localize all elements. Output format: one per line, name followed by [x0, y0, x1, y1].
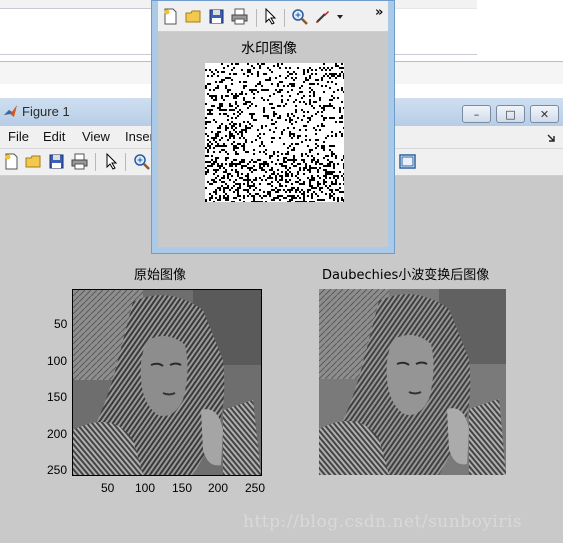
- x-tick-label: 100: [135, 481, 156, 495]
- window-title: Figure 1: [22, 104, 70, 119]
- watermark-image-axes[interactable]: [205, 63, 345, 203]
- original-image-axes[interactable]: [72, 289, 262, 476]
- menu-edit[interactable]: Edit: [43, 129, 65, 144]
- watermark-figure-body: » 水印图像: [158, 1, 388, 247]
- minimize-icon: –: [473, 107, 480, 121]
- close-button[interactable]: ✕: [530, 105, 559, 123]
- bg-divider: [0, 54, 152, 55]
- print-icon[interactable]: [71, 153, 88, 170]
- new-figure-icon[interactable]: [162, 8, 179, 25]
- original-plot-title: 原始图像: [134, 268, 187, 283]
- matlab-logo-icon: [4, 105, 17, 117]
- close-icon: ✕: [539, 107, 550, 121]
- open-file-icon[interactable]: [25, 153, 42, 170]
- transformed-image: [319, 289, 506, 475]
- maximize-button[interactable]: □: [496, 105, 525, 123]
- save-icon[interactable]: [208, 8, 225, 25]
- x-tick-label: 250: [245, 481, 266, 495]
- save-icon[interactable]: [48, 153, 65, 170]
- bg-divider: [0, 8, 152, 9]
- transformed-image-axes[interactable]: [319, 289, 506, 475]
- bg-tabstrip: [395, 0, 477, 8]
- watermark-toolbar: »: [158, 1, 388, 32]
- menu-view[interactable]: View: [82, 129, 110, 144]
- open-file-icon[interactable]: [185, 8, 202, 25]
- y-tick-label: 100: [47, 354, 68, 368]
- chevron-down-icon[interactable]: [337, 15, 343, 19]
- y-tick-label: 250: [47, 463, 68, 477]
- data-brush-icon[interactable]: [314, 8, 331, 25]
- toolbar-separator: [256, 9, 257, 27]
- watermark-figure-window: » 水印图像: [151, 0, 395, 254]
- dock-arrow-icon[interactable]: [546, 133, 556, 143]
- bg-divider: [395, 8, 477, 9]
- menu-file[interactable]: File: [8, 129, 29, 144]
- page-watermark: http://blog.csdn.net/sunboyiris: [243, 512, 523, 532]
- zoom-in-icon[interactable]: [133, 153, 150, 170]
- bg-tabstrip: [0, 0, 152, 8]
- toolbar-overflow-button[interactable]: »: [375, 5, 383, 20]
- original-image: [73, 290, 261, 475]
- x-tick-label: 50: [101, 481, 115, 495]
- minimize-button[interactable]: –: [462, 105, 491, 123]
- y-tick-label: 150: [47, 390, 68, 404]
- zoom-in-icon[interactable]: [291, 8, 308, 25]
- y-tick-label: 200: [47, 427, 68, 441]
- maximize-icon: □: [505, 107, 516, 121]
- toolbar-separator: [125, 153, 126, 171]
- pointer-icon[interactable]: [262, 8, 279, 25]
- new-figure-icon[interactable]: [3, 153, 20, 170]
- x-tick-label: 150: [172, 481, 193, 495]
- transformed-plot-title: Daubechies小波变换后图像: [322, 268, 490, 283]
- menu-insert[interactable]: Inser: [125, 129, 154, 144]
- print-icon[interactable]: [231, 8, 248, 25]
- watermark-plot-title: 水印图像: [241, 41, 297, 57]
- bg-panel: [0, 62, 152, 84]
- show-plot-tools-icon[interactable]: [399, 153, 416, 170]
- toolbar-separator: [95, 153, 96, 171]
- watermark-image: [205, 63, 345, 203]
- y-tick-label: 50: [54, 317, 68, 331]
- toolbar-separator: [284, 9, 285, 27]
- bg-divider: [395, 54, 477, 55]
- bg-panel: [395, 62, 563, 84]
- x-tick-label: 200: [208, 481, 229, 495]
- pointer-icon[interactable]: [103, 153, 120, 170]
